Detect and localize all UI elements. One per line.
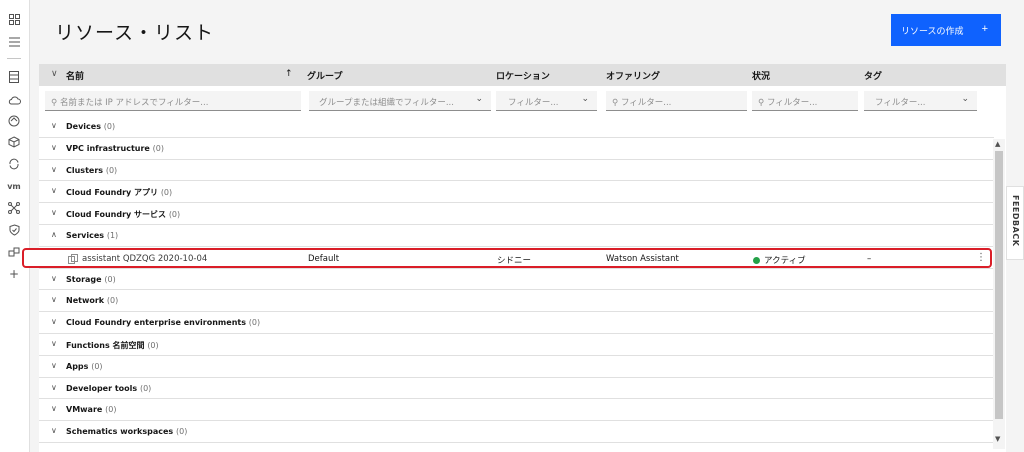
search-icon: ⚲ — [758, 98, 767, 108]
service-offering: Watson Assistant — [606, 254, 679, 264]
group-filter-select[interactable]: グループまたは組織でフィルター... ⌄ — [309, 91, 491, 111]
category-row[interactable]: ∨ Apps (0) — [39, 355, 994, 378]
service-location: シドニー — [497, 256, 532, 266]
rail-divider — [7, 58, 21, 59]
status-badge: アクティブ — [753, 254, 806, 266]
column-header-tags[interactable]: タグ — [864, 69, 882, 82]
column-header-status[interactable]: 状況 — [752, 69, 770, 82]
tags-filter-select[interactable]: フィルター... ⌄ — [864, 91, 977, 111]
chevron-up-icon: ∧ — [51, 230, 57, 239]
security-icon[interactable] — [7, 223, 21, 237]
column-header-offering[interactable]: オファリング — [606, 69, 660, 82]
chevron-down-icon: ∨ — [51, 360, 57, 370]
service-tags: – — [867, 254, 872, 264]
add-icon[interactable]: + — [7, 267, 21, 281]
dashboard-icon[interactable] — [7, 12, 21, 26]
category-row[interactable]: ∨ Clusters (0) — [39, 159, 994, 182]
sync-icon[interactable] — [7, 157, 21, 171]
service-name[interactable]: assistant QDZQG 2020-10-04 — [82, 254, 207, 264]
cube-icon[interactable] — [7, 135, 21, 149]
chevron-down-icon: ∨ — [51, 142, 57, 152]
chevron-down-icon: ∨ — [51, 208, 57, 218]
name-filter-input[interactable]: ⚲ 名前または IP アドレスでフィルター... — [45, 91, 301, 111]
chevron-down-icon: ⌄ — [961, 94, 969, 104]
category-row[interactable]: ∨ Devices (0) — [39, 116, 994, 138]
offering-filter-input[interactable]: ⚲ フィルター... — [606, 91, 747, 111]
storage-icon[interactable] — [7, 70, 21, 84]
cloud-foundry-icon[interactable] — [7, 114, 21, 128]
status-active-icon — [753, 257, 760, 264]
chevron-down-icon: ⌄ — [581, 94, 589, 104]
table-body: ∨ Devices (0) ∨ VPC infrastructure (0) ∨ Cl… — [39, 116, 994, 452]
category-row[interactable]: ∨ Cloud Foundry アプリ (0) — [39, 181, 994, 204]
chevron-down-icon: ∨ — [51, 317, 57, 327]
category-row[interactable]: ∨ Cloud Foundry enterprise environments (… — [39, 312, 994, 334]
left-nav-rail: vm + — [0, 0, 30, 452]
chevron-down-icon: ∨ — [51, 339, 57, 348]
filter-row: ⚲ 名前または IP アドレスでフィルター... グループまたは組織でフィルター… — [39, 86, 1006, 116]
chevron-down-icon: ∨ — [51, 186, 57, 196]
category-row[interactable]: ∨ VMware (0) — [39, 399, 994, 422]
chevron-down-icon: ∨ — [51, 164, 57, 174]
category-row[interactable]: ∨ Network (0) — [39, 290, 994, 313]
list-icon[interactable] — [7, 35, 21, 49]
column-header-group[interactable]: グループ — [307, 69, 342, 82]
chevron-down-icon: ∨ — [51, 295, 57, 305]
service-group: Default — [308, 254, 340, 264]
vertical-scrollbar[interactable]: ▲ ▼ — [993, 139, 1005, 449]
chevron-down-icon: ∨ — [51, 382, 57, 392]
overflow-menu-icon[interactable]: ⋮ — [976, 252, 986, 263]
service-type-icon — [68, 254, 78, 267]
search-icon: ⚲ — [612, 98, 621, 108]
chevron-down-icon: ∨ — [51, 426, 57, 436]
category-row[interactable]: ∨ Schematics workspaces (0) — [39, 421, 994, 443]
scrollbar-thumb[interactable] — [995, 151, 1003, 419]
category-row[interactable]: ∨ VPC infrastructure (0) — [39, 137, 994, 160]
sort-arrow-icon[interactable]: ↑ — [285, 69, 293, 79]
page-title: リソース・リスト — [55, 22, 215, 44]
services-icon[interactable] — [7, 245, 21, 259]
scroll-down-icon[interactable]: ▼ — [995, 435, 1000, 443]
chevron-down-icon: ∨ — [51, 273, 57, 283]
location-filter-select[interactable]: フィルター... ⌄ — [496, 91, 597, 111]
expand-all-chevron-icon[interactable]: ∨ — [51, 69, 58, 79]
status-filter-input[interactable]: ⚲ フィルター... — [752, 91, 858, 111]
column-header-name[interactable]: 名前 — [66, 69, 84, 82]
column-header-location[interactable]: ロケーション — [496, 69, 550, 82]
category-row-expanded[interactable]: ∧ Services (1) — [39, 225, 994, 247]
create-resource-button[interactable]: リソースの作成 + — [891, 14, 1001, 46]
search-icon: ⚲ — [51, 98, 60, 108]
table-header: ∨ 名前 ↑ グループ ロケーション オファリング 状況 タグ — [39, 64, 1006, 86]
category-row[interactable]: ∨ Functions 名前空間 (0) — [39, 334, 994, 356]
category-row[interactable]: ∨ Developer tools (0) — [39, 377, 994, 400]
network-icon[interactable] — [7, 201, 21, 215]
chevron-down-icon: ∨ — [51, 121, 57, 130]
cloud-icon[interactable] — [7, 93, 21, 107]
category-row[interactable]: ∨ Cloud Foundry サービス (0) — [39, 203, 994, 225]
plus-icon: + — [981, 23, 988, 35]
create-resource-label: リソースの作成 — [901, 25, 964, 36]
vm-icon[interactable]: vm — [7, 179, 21, 193]
service-row-assistant[interactable]: assistant QDZQG 2020-10-04 Default シドニー … — [22, 248, 992, 268]
scroll-up-icon[interactable]: ▲ — [995, 140, 1000, 148]
feedback-tab[interactable]: FEEDBACK — [1006, 186, 1024, 260]
chevron-down-icon: ∨ — [51, 404, 57, 414]
chevron-down-icon: ⌄ — [475, 94, 483, 104]
category-row[interactable]: ∨ Storage (0) — [39, 268, 994, 291]
